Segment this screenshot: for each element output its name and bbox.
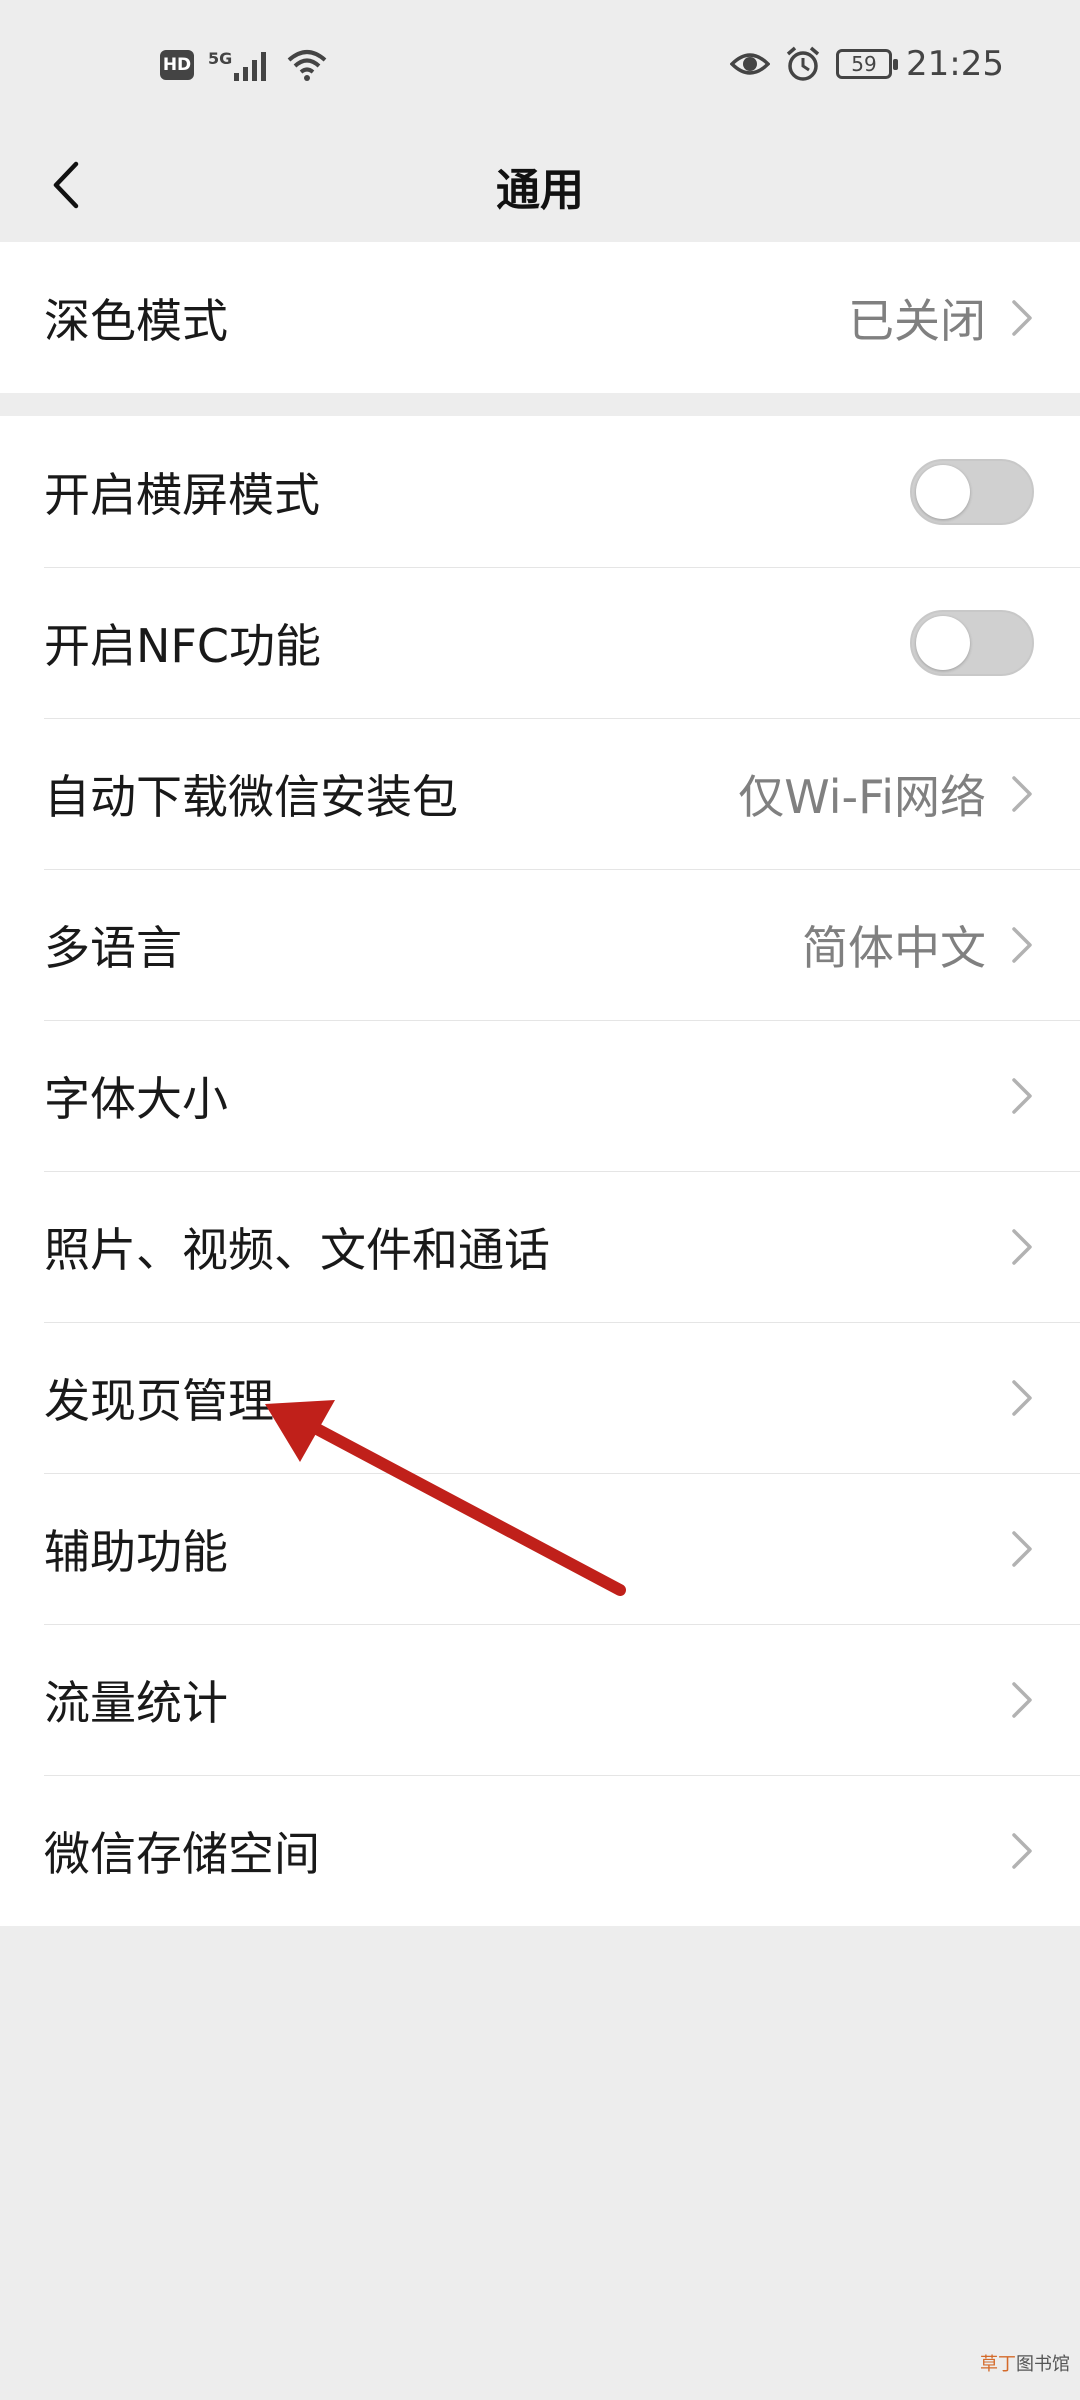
row-label: 流量统计 [44, 1675, 228, 1730]
row-storage[interactable]: 微信存储空间 [0, 1775, 1080, 1926]
battery-level: 59 [851, 52, 877, 76]
row-label: 发现页管理 [44, 1373, 274, 1428]
landscape-toggle[interactable] [910, 458, 1034, 525]
row-label: 微信存储空间 [44, 1826, 320, 1881]
chevron-right-icon [1010, 1831, 1034, 1871]
row-auto-download[interactable]: 自动下载微信安装包 仅Wi-Fi网络 [0, 718, 1080, 869]
row-discover-management[interactable]: 发现页管理 [0, 1322, 1080, 1473]
row-value: 已关闭 [848, 293, 986, 348]
row-font-size[interactable]: 字体大小 [0, 1020, 1080, 1171]
nfc-toggle[interactable] [910, 609, 1034, 676]
hd-badge: HD [160, 50, 194, 80]
watermark-part1: 草丁 [980, 2354, 1016, 2375]
status-bar: HD 5G 59 21:25 [0, 0, 1080, 130]
row-label: 自动下载微信安装包 [44, 769, 458, 824]
toggle-knob [916, 464, 970, 519]
row-landscape-mode: 开启横屏模式 [0, 416, 1080, 567]
alarm-icon [786, 46, 820, 81]
row-dark-mode[interactable]: 深色模式 已关闭 [0, 242, 1080, 393]
chevron-right-icon [1010, 925, 1034, 965]
row-label: 字体大小 [44, 1071, 228, 1126]
watermark-part2: 图书馆 [1016, 2354, 1070, 2375]
chevron-right-icon [1010, 1076, 1034, 1116]
status-left: HD 5G [160, 48, 328, 82]
page-title: 通用 [496, 165, 584, 216]
settings-group-display: 深色模式 已关闭 [0, 242, 1080, 393]
chevron-right-icon [1010, 1227, 1034, 1267]
watermark: 草丁图书馆 [980, 2350, 1070, 2376]
chevron-right-icon [1010, 1680, 1034, 1720]
row-media-calls[interactable]: 照片、视频、文件和通话 [0, 1171, 1080, 1322]
toggle-knob [916, 615, 970, 670]
row-value: 仅Wi-Fi网络 [738, 769, 986, 824]
chevron-right-icon [1010, 1378, 1034, 1418]
row-value: 简体中文 [802, 920, 986, 975]
signal-icon [234, 52, 267, 81]
settings-group-general: 开启横屏模式 开启NFC功能 自动下载微信安装包 仅Wi-Fi网络 多语言 简体… [0, 416, 1080, 1926]
row-data-usage[interactable]: 流量统计 [0, 1624, 1080, 1775]
row-label: 辅助功能 [44, 1524, 228, 1579]
row-label: 开启NFC功能 [44, 618, 321, 673]
row-accessibility[interactable]: 辅助功能 [0, 1473, 1080, 1624]
row-label: 多语言 [44, 920, 182, 975]
nav-bar: 通用 [0, 130, 1080, 240]
row-label: 开启横屏模式 [44, 467, 320, 522]
battery-indicator: 59 [836, 49, 899, 79]
wifi-icon [287, 50, 327, 81]
chevron-right-icon [1010, 774, 1034, 814]
row-nfc: 开启NFC功能 [0, 567, 1080, 718]
row-language[interactable]: 多语言 简体中文 [0, 869, 1080, 1020]
clock: 21:25 [906, 44, 1004, 84]
row-label: 深色模式 [44, 293, 228, 348]
chevron-right-icon [1010, 1529, 1034, 1569]
eye-icon [730, 53, 771, 75]
network-type: 5G [208, 48, 233, 68]
status-right: 59 21:25 [730, 44, 1004, 84]
row-label: 照片、视频、文件和通话 [44, 1222, 550, 1277]
chevron-right-icon [1010, 298, 1034, 338]
